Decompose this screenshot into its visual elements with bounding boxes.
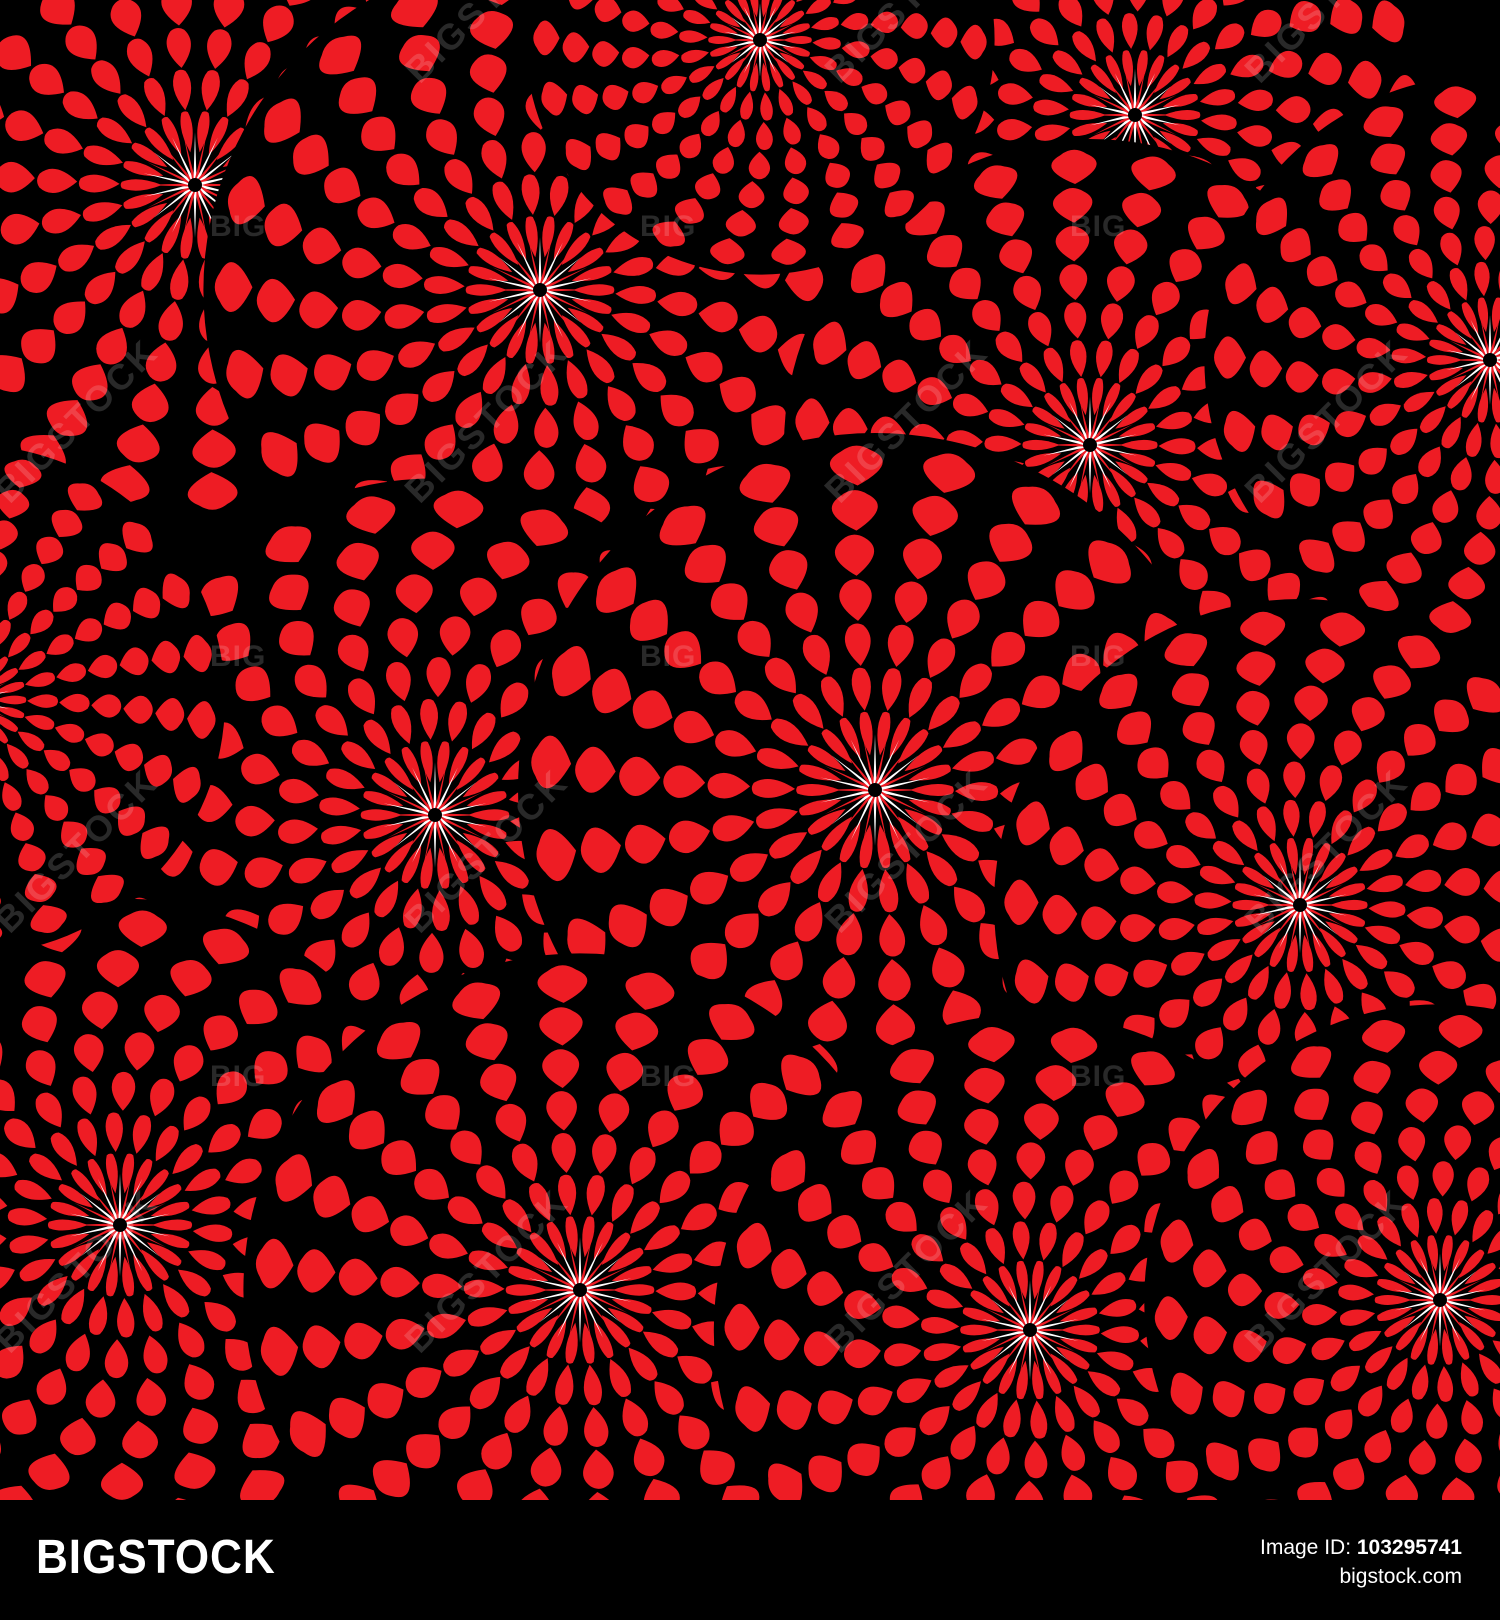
flower-center-dot — [1128, 108, 1142, 122]
flowers-layer — [0, 0, 1500, 1500]
flower-center-dot — [1083, 438, 1097, 452]
site-url: bigstock.com — [1339, 1565, 1462, 1588]
flower-center-dot — [113, 1218, 127, 1232]
flower-center-dot — [1483, 353, 1497, 367]
flower-center-dot — [868, 783, 882, 797]
image-id-row: Image ID: 103295741 — [1260, 1534, 1462, 1562]
flower-center-dot — [1293, 898, 1307, 912]
footer-bar: BIGSTOCK Image ID: 103295741 bigstock.co… — [0, 1500, 1500, 1620]
flower-center-dot — [188, 178, 202, 192]
image-id-label: Image ID: — [1260, 1536, 1357, 1559]
flower-center-dot — [753, 33, 767, 47]
red-flower-pattern-svg — [0, 0, 1500, 1500]
flower-center-dot — [1023, 1323, 1037, 1337]
flower-center-dot — [573, 1283, 587, 1297]
flower-center-dot — [428, 808, 442, 822]
bigstock-logo: BIGSTOCK — [36, 1531, 276, 1584]
flower-center-dot — [1433, 1293, 1447, 1307]
image-id-value: 103295741 — [1356, 1536, 1462, 1559]
flower-center-dot — [533, 283, 547, 297]
stock-image-preview: BIGBIGBIGBIGBIGBIGBIGBIGBIGBIGSTOCKBIGST… — [0, 0, 1500, 1620]
image-meta: Image ID: 103295741 bigstock.com — [1260, 1534, 1462, 1592]
floral-pattern-artwork — [0, 0, 1500, 1500]
